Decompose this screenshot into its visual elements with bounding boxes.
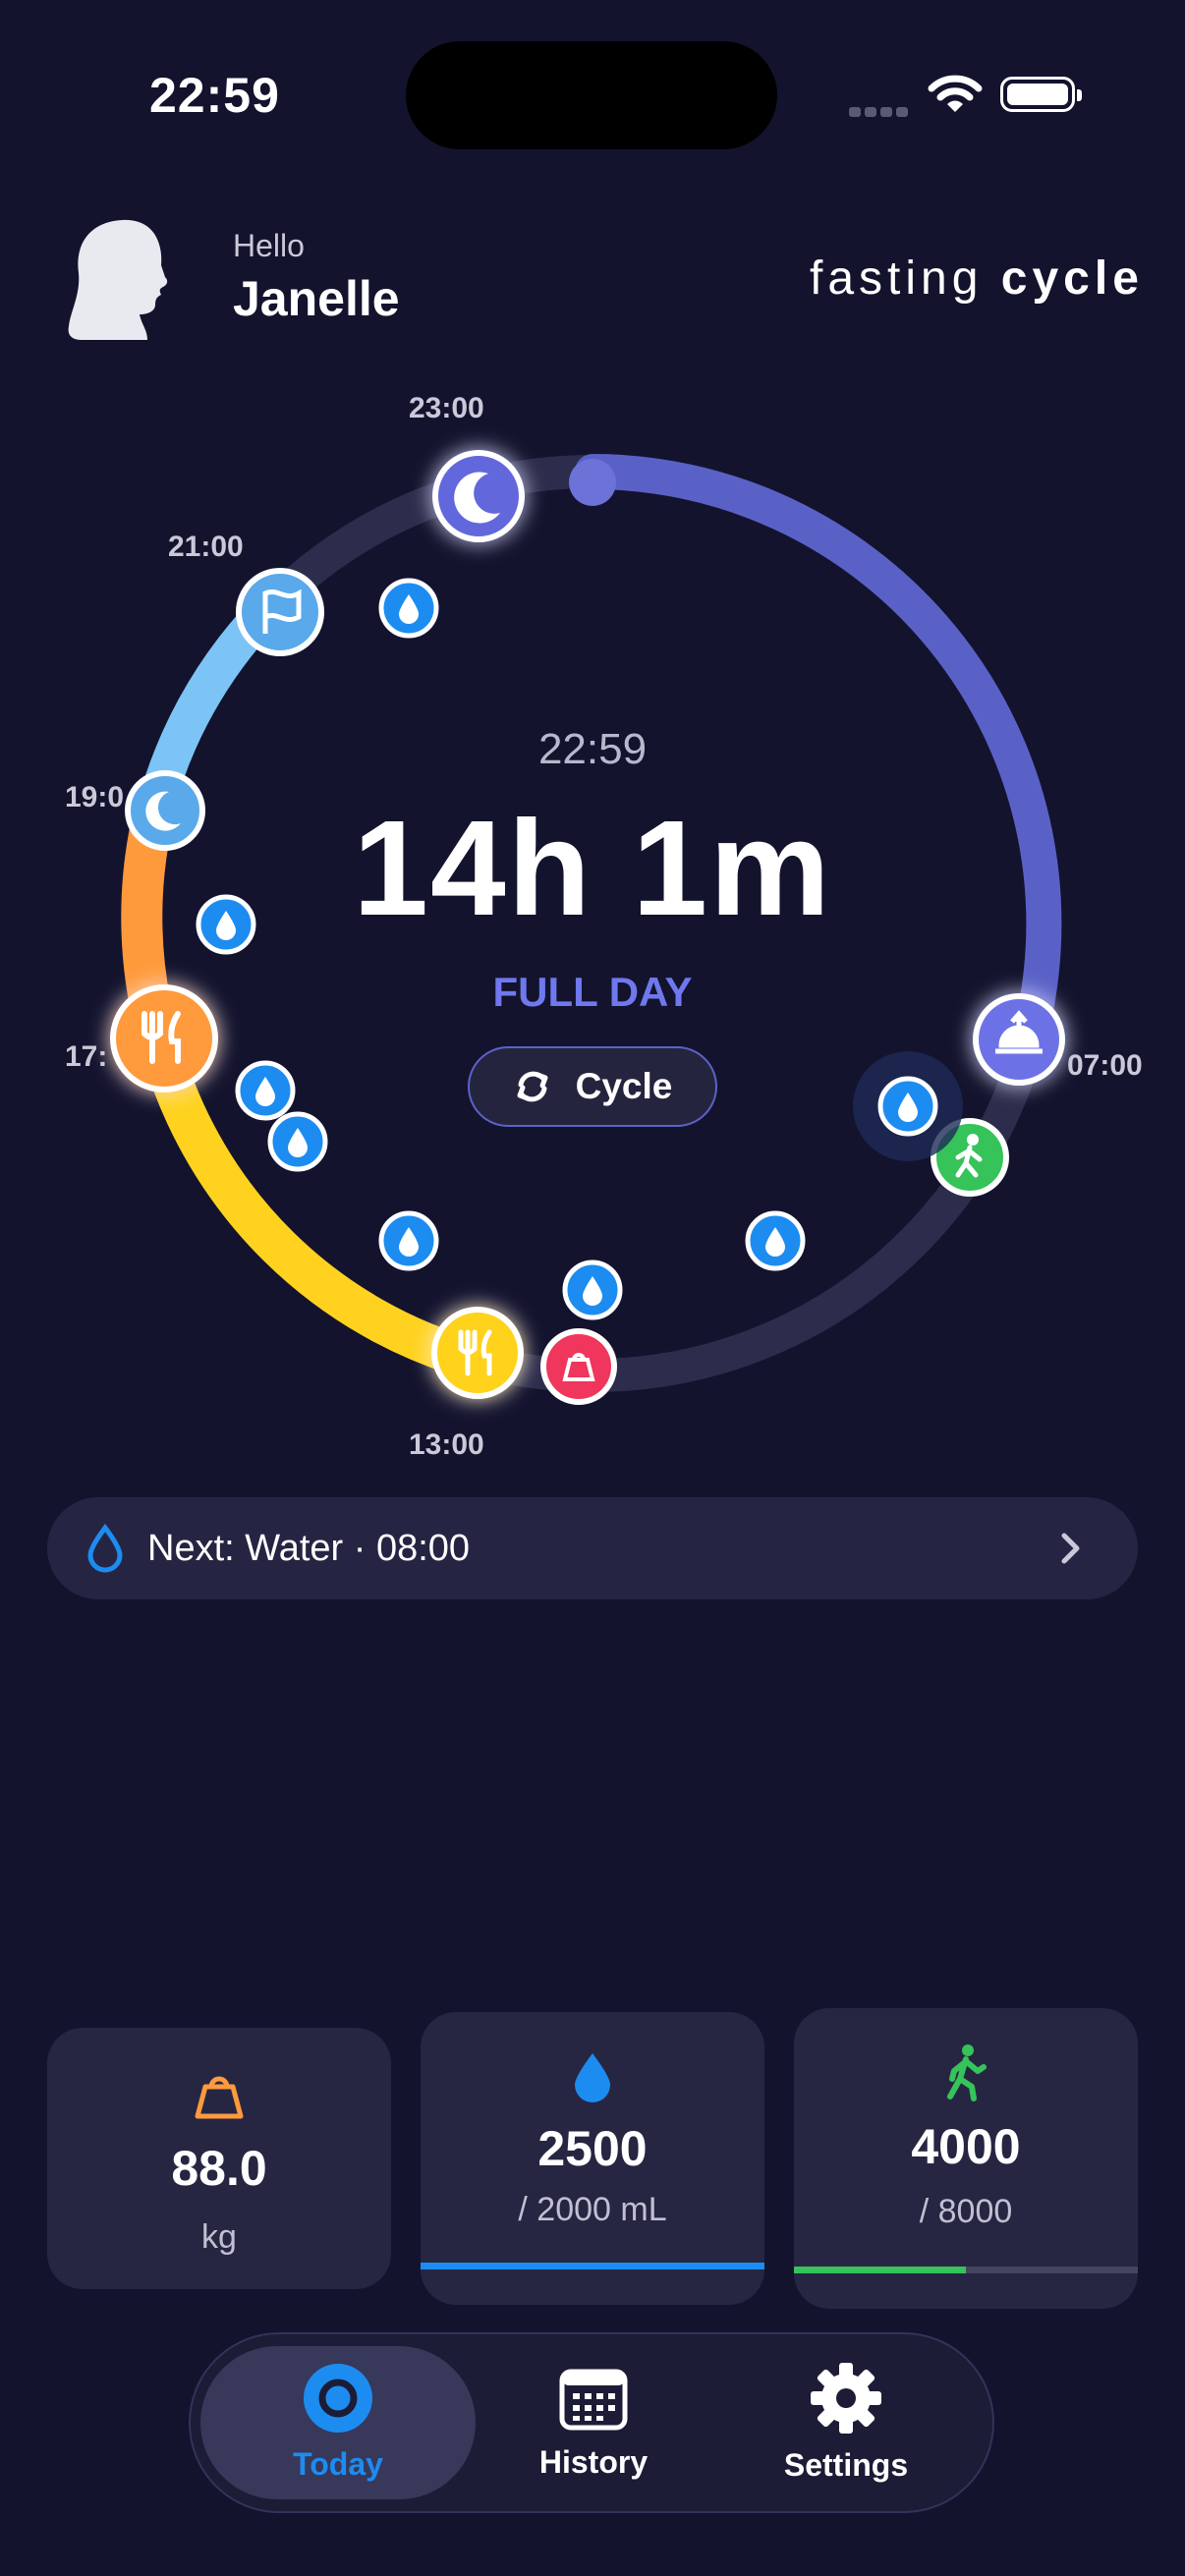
steps-progress-fill: [794, 2267, 966, 2273]
water-drop-icon: [196, 894, 256, 955]
tab-history-label: History: [538, 2443, 649, 2480]
tab-bar: Today History Settings: [189, 2332, 994, 2513]
ring-label-1900: 19:0: [65, 781, 124, 813]
ring-label-2300: 23:00: [409, 392, 484, 424]
cycle-button-label: Cycle: [575, 1066, 673, 1106]
weight-value: 88.0: [171, 2141, 267, 2196]
avatar[interactable]: [65, 216, 187, 342]
weight-marker-icon: [540, 1328, 617, 1405]
water-card[interactable]: 2500 / 2000 mL: [421, 2012, 764, 2305]
flag-icon: [236, 568, 324, 656]
water-progress-fill: [421, 2263, 764, 2269]
water-goal: / 2000 mL: [518, 2191, 667, 2228]
water-drop-icon: [562, 1260, 623, 1320]
ring-label-2100: 21:00: [168, 531, 244, 563]
weight-unit: kg: [201, 2218, 237, 2256]
next-event-text: Next: Water · 08:00: [147, 1527, 471, 1569]
steps-value: 4000: [911, 2119, 1021, 2174]
water-value: 2500: [537, 2121, 648, 2176]
tab-settings[interactable]: Settings: [708, 2346, 984, 2499]
next-event-banner[interactable]: Next: Water · 08:00: [47, 1497, 1138, 1599]
steps-goal: / 8000: [919, 2193, 1013, 2230]
water-progress-track: [421, 2263, 764, 2269]
weight-card[interactable]: 88.0 kg: [47, 2028, 391, 2289]
cellular-signal-icon: [849, 104, 912, 122]
calendar-icon: [559, 2369, 628, 2430]
night-moon-icon: [125, 770, 205, 851]
meal-icon-orange: [110, 984, 218, 1092]
wifi-icon: [928, 75, 983, 112]
water-drop-icon: [745, 1210, 806, 1271]
water-drop-icon: [877, 1076, 938, 1137]
current-position-marker: [569, 459, 616, 506]
moon-icon: [432, 450, 525, 542]
ring-label-1700: 17:: [65, 1040, 107, 1073]
chevron-right-icon: [1061, 1533, 1080, 1564]
current-time: 22:59: [537, 725, 648, 773]
eating-arc-yellow: [141, 1045, 482, 1381]
meal-icon-yellow: [431, 1307, 524, 1399]
tab-history[interactable]: History: [456, 2346, 731, 2499]
greeting-label: Hello: [233, 228, 305, 263]
weight-scale-icon: [195, 2076, 244, 2119]
water-markers: [196, 578, 963, 1320]
cycle-button[interactable]: Cycle: [468, 1046, 717, 1127]
today-ring-icon: [304, 2363, 372, 2433]
phase-label: FULL DAY: [492, 969, 693, 1015]
water-drop-icon: [575, 2053, 610, 2102]
refresh-icon: [517, 1071, 548, 1102]
water-drop-icon: [235, 1060, 296, 1121]
steps-card[interactable]: 4000 / 8000: [794, 2008, 1138, 2309]
dynamic-island: [406, 41, 777, 149]
battery-icon: [1000, 77, 1082, 112]
tab-settings-label: Settings: [783, 2446, 909, 2483]
water-drop-icon: [378, 578, 439, 639]
walking-icon: [947, 2044, 987, 2101]
tab-today[interactable]: Today: [200, 2346, 476, 2499]
status-time: 22:59: [149, 68, 280, 123]
steps-progress-track: [794, 2267, 1138, 2273]
water-drop-outline-icon: [87, 1524, 123, 1573]
user-name: Janelle: [233, 271, 400, 326]
gear-icon: [811, 2362, 881, 2434]
ring-label-1300: 13:00: [409, 1428, 484, 1461]
water-drop-icon: [378, 1210, 439, 1271]
tab-today-label: Today: [293, 2445, 383, 2482]
brand-logo: fasting cycle: [810, 252, 1144, 305]
water-drop-icon: [267, 1111, 328, 1172]
elapsed-duration: 14h 1m: [353, 793, 832, 944]
ring-label-0700: 07:00: [1067, 1049, 1143, 1082]
